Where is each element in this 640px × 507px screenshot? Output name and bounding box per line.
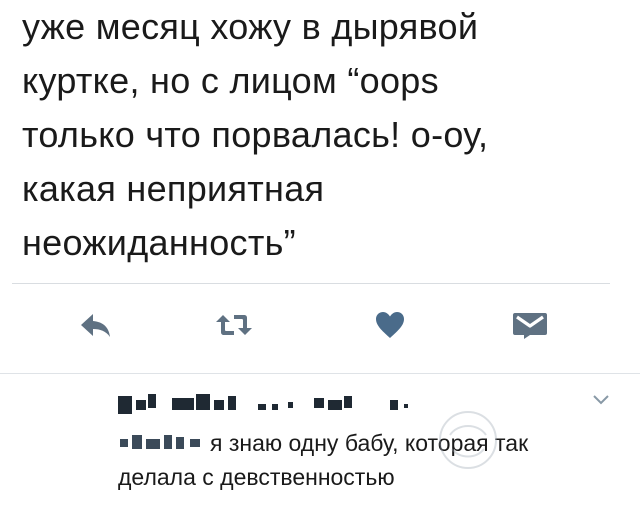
reply-text: я знаю одну бабу, которая так делала с д… — [118, 426, 618, 494]
reply-author-redacted — [118, 390, 478, 418]
envelope-icon — [513, 313, 547, 339]
reply-card[interactable]: я знаю одну бабу, которая так делала с д… — [0, 374, 640, 507]
tweet-line: только что порвалась! о-оу, — [22, 114, 489, 155]
tweet-actions — [0, 300, 640, 350]
tweet-line: куртке, но с лицом “oops — [22, 60, 439, 101]
reply-icon — [81, 314, 110, 337]
reply-button[interactable] — [76, 308, 116, 342]
tweet-line: неожиданность” — [22, 222, 296, 263]
retweet-icon — [216, 315, 252, 335]
retweet-button[interactable] — [214, 308, 254, 342]
chevron-down-icon[interactable] — [592, 394, 610, 406]
message-button[interactable] — [510, 308, 550, 342]
tweet-text: уже месяц хожу в дырявой куртке, но с ли… — [22, 0, 622, 270]
tweet-line: какая неприятная — [22, 168, 325, 209]
reply-line: делала с девственностью — [118, 464, 395, 490]
heart-icon — [376, 312, 404, 338]
divider — [12, 283, 610, 284]
like-button[interactable] — [370, 308, 410, 342]
mention-redacted — [118, 433, 206, 453]
watermark-logo — [439, 411, 497, 469]
tweet-line: уже месяц хожу в дырявой — [22, 6, 479, 47]
